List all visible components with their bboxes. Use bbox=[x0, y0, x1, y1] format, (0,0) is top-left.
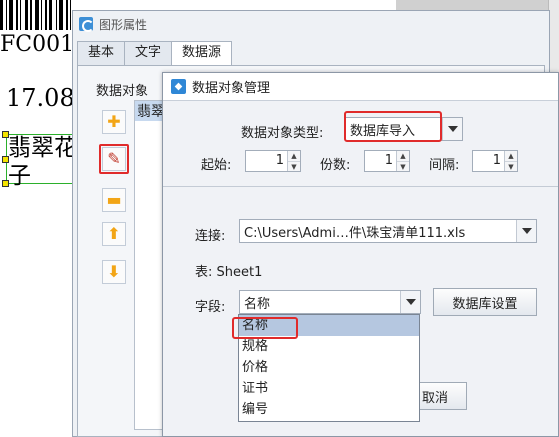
move-up-button[interactable]: ⬆ bbox=[102, 222, 126, 246]
dialog-titlebar: 数据对象管理 bbox=[163, 73, 558, 101]
option-highlight bbox=[232, 317, 298, 339]
field-value: 名称 bbox=[244, 296, 271, 312]
resize-handle[interactable] bbox=[2, 131, 9, 138]
edit-icon: ✎ bbox=[107, 149, 121, 168]
dropdown-option[interactable]: 价格 bbox=[239, 357, 419, 378]
chevron-down-icon[interactable] bbox=[400, 291, 420, 313]
price-text: 17.08 bbox=[6, 84, 75, 112]
copies-value: 1 bbox=[384, 153, 393, 168]
window-title: 图形属性 bbox=[99, 17, 148, 32]
connection-value: C:\Users\Admi…件\珠宝清单111.xls bbox=[244, 225, 466, 241]
tab-bar: 基本 文字 数据源 bbox=[77, 41, 233, 66]
tab-data-source[interactable]: 数据源 bbox=[171, 41, 233, 66]
plus-icon: ✚ bbox=[107, 112, 121, 131]
spin-buttons[interactable]: ▲ ▼ bbox=[396, 151, 409, 171]
data-objects-label: 数据对象 bbox=[96, 84, 149, 99]
spin-buttons[interactable]: ▲ ▼ bbox=[504, 151, 517, 171]
tab-basic[interactable]: 基本 bbox=[77, 41, 126, 65]
arrow-up-icon: ⬆ bbox=[107, 224, 121, 243]
dialog-title: 数据对象管理 bbox=[192, 81, 271, 96]
window-titlebar: 图形属性 bbox=[73, 11, 549, 37]
type-label: 数据对象类型: bbox=[241, 126, 324, 141]
resize-handle[interactable] bbox=[2, 156, 9, 163]
move-down-button[interactable]: ⬇ bbox=[102, 260, 126, 284]
edit-button[interactable]: ✎ bbox=[102, 147, 126, 171]
interval-value: 1 bbox=[492, 153, 501, 168]
connection-label: 连接: bbox=[195, 229, 226, 244]
copies-label: 份数: bbox=[320, 158, 351, 173]
tab-text[interactable]: 文字 bbox=[124, 41, 173, 65]
interval-spinner[interactable]: 1 ▲ ▼ bbox=[472, 150, 518, 172]
start-spinner[interactable]: 1 ▲ ▼ bbox=[245, 150, 301, 172]
field-label: 字段: bbox=[195, 300, 226, 315]
database-settings-button[interactable]: 数据库设置 bbox=[433, 288, 537, 316]
table-label: 表: Sheet1 bbox=[195, 265, 263, 280]
type-highlight bbox=[344, 111, 442, 142]
dropdown-option[interactable]: 证书 bbox=[239, 378, 419, 399]
app-icon bbox=[79, 17, 94, 32]
arrow-down-icon: ⬇ bbox=[107, 262, 121, 281]
add-button[interactable]: ✚ bbox=[102, 110, 126, 134]
start-value: 1 bbox=[275, 153, 284, 168]
divider bbox=[163, 186, 558, 187]
connection-select[interactable]: C:\Users\Admi…件\珠宝清单111.xls bbox=[239, 219, 537, 243]
chevron-down-icon[interactable] bbox=[442, 118, 462, 140]
dropdown-option[interactable]: 规格 bbox=[239, 336, 419, 357]
name-text: 翡翠花子 bbox=[8, 135, 77, 189]
dropdown-option[interactable]: 编号 bbox=[239, 399, 419, 420]
spin-buttons[interactable]: ▲ ▼ bbox=[287, 151, 300, 171]
copies-spinner[interactable]: 1 ▲ ▼ bbox=[364, 150, 410, 172]
minus-icon: ▬ bbox=[106, 190, 122, 209]
interval-label: 间隔: bbox=[429, 158, 460, 173]
start-label: 起始: bbox=[201, 158, 232, 173]
dialog-icon bbox=[171, 79, 186, 94]
remove-button[interactable]: ▬ bbox=[102, 188, 126, 212]
chevron-down-icon[interactable] bbox=[516, 220, 536, 242]
field-select[interactable]: 名称 bbox=[239, 290, 421, 314]
resize-handle[interactable] bbox=[2, 180, 9, 187]
